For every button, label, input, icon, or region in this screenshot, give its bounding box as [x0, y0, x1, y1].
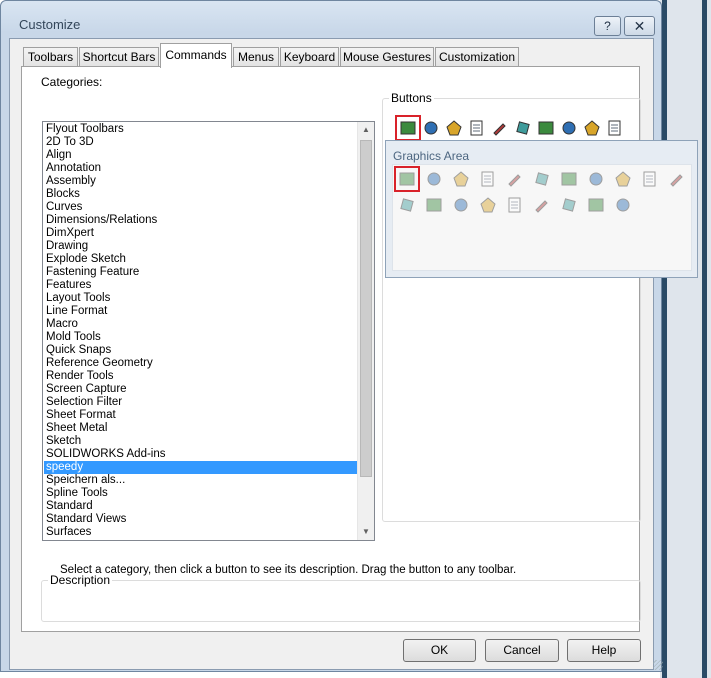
category-item[interactable]: Blocks — [44, 188, 358, 201]
pencil-note-icon[interactable] — [513, 118, 533, 138]
category-item[interactable]: speedy — [44, 461, 358, 474]
green-cube-icon[interactable] — [444, 118, 464, 138]
category-item[interactable]: Annotation — [44, 162, 358, 175]
save-icon[interactable] — [467, 118, 487, 138]
close-button[interactable]: ✕ — [624, 16, 655, 36]
background-border — [702, 0, 707, 678]
categories-scrollbar[interactable]: ▲ ▼ — [357, 122, 374, 540]
category-item[interactable]: Sheet Metal — [44, 422, 358, 435]
category-item[interactable]: Features — [44, 279, 358, 292]
document-gear-icon[interactable] — [451, 169, 471, 189]
cancel-button[interactable]: Cancel — [485, 639, 559, 662]
category-item[interactable]: Standard — [44, 500, 358, 513]
eye-icon[interactable] — [532, 169, 552, 189]
scroll-thumb[interactable] — [360, 140, 372, 477]
graphics-area-icon-grid — [392, 164, 692, 271]
help-button[interactable]: Help — [567, 639, 641, 662]
background-window-strip — [660, 0, 711, 678]
category-item[interactable]: Reference Geometry — [44, 357, 358, 370]
cube-view-icon[interactable] — [586, 195, 606, 215]
category-item[interactable]: Surfaces — [44, 526, 358, 539]
line-icon[interactable] — [505, 169, 525, 189]
tab-menus[interactable]: Menus — [233, 47, 279, 67]
category-item[interactable]: Standard Views — [44, 513, 358, 526]
scroll-up-icon[interactable]: ▲ — [358, 122, 374, 138]
paperclip-icon[interactable] — [586, 169, 606, 189]
category-item[interactable]: Sketch — [44, 435, 358, 448]
category-item[interactable]: Macro — [44, 318, 358, 331]
list-icon[interactable] — [640, 169, 660, 189]
copy-icon[interactable] — [451, 195, 471, 215]
category-item[interactable]: Spline Tools — [44, 487, 358, 500]
category-item[interactable]: Quick Snaps — [44, 344, 358, 357]
speedy-tool-icon[interactable] — [395, 115, 421, 141]
category-item[interactable]: Flyout Toolbars — [44, 123, 358, 136]
layer-list-icon[interactable] — [421, 118, 441, 138]
properties-window-icon[interactable] — [582, 118, 602, 138]
category-item[interactable]: Selection Filter — [44, 396, 358, 409]
category-item[interactable]: DimXpert — [44, 227, 358, 240]
category-item[interactable]: 2D To 3D — [44, 136, 358, 149]
split-sphere-icon[interactable] — [424, 195, 444, 215]
category-item[interactable]: Sheet Format — [44, 409, 358, 422]
category-item[interactable]: Dimensions/Relations — [44, 214, 358, 227]
categories-list[interactable]: Surfaces Standard Views Standard Spline Too… — [42, 121, 375, 541]
category-item[interactable]: Curves — [44, 201, 358, 214]
checklist-icon[interactable] — [490, 118, 510, 138]
description-group: Description — [41, 573, 641, 622]
resize-grip[interactable] — [653, 660, 663, 670]
category-item[interactable]: Render Tools — [44, 370, 358, 383]
axis-icon[interactable] — [559, 195, 579, 215]
category-item[interactable]: Line Format — [44, 305, 358, 318]
edit-document-icon[interactable] — [536, 118, 556, 138]
title-bar[interactable]: Customize ? ✕ — [1, 1, 661, 36]
small-cube-icon[interactable] — [613, 195, 633, 215]
cube-link-icon[interactable] — [667, 169, 687, 189]
category-item[interactable]: Assembly — [44, 175, 358, 188]
tab-commands[interactable]: Commands — [160, 43, 232, 68]
category-item[interactable]: Explode Sketch — [44, 253, 358, 266]
tab-shortcut-bars[interactable]: Shortcut Bars — [79, 47, 159, 67]
tab-mouse-gestures[interactable]: Mouse Gestures — [340, 47, 434, 67]
window-title: Customize — [19, 17, 81, 32]
instruction-text: Select a category, then click a button t… — [60, 564, 517, 576]
tab-toolbars[interactable]: Toolbars — [23, 47, 78, 67]
buttons-group-label: Buttons — [389, 91, 434, 105]
category-item[interactable]: SOLIDWORKS Add-ins — [44, 448, 358, 461]
scroll-down-icon[interactable]: ▼ — [358, 524, 374, 540]
clip-chain-icon[interactable] — [613, 169, 633, 189]
background-border — [662, 0, 667, 678]
category-item[interactable]: Screen Capture — [44, 383, 358, 396]
view-box-icon[interactable] — [532, 195, 552, 215]
description-label: Description — [48, 573, 113, 587]
open-folder-icon[interactable] — [394, 166, 420, 192]
category-item[interactable]: Drawing — [44, 240, 358, 253]
zoom-search-icon[interactable] — [605, 118, 625, 138]
hammer-icon[interactable] — [424, 169, 444, 189]
ok-button[interactable]: OK — [403, 639, 476, 662]
sort-icon[interactable] — [559, 169, 579, 189]
hierarchy-icon[interactable] — [559, 118, 579, 138]
categories-label: Categories: — [41, 75, 103, 89]
help-title-button[interactable]: ? — [594, 16, 621, 36]
category-item[interactable]: Layout Tools — [44, 292, 358, 305]
category-item[interactable]: Speichern als... — [44, 474, 358, 487]
tab-keyboard[interactable]: Keyboard — [280, 47, 339, 67]
customize-dialog: Customize ? ✕ Toolbars Shortcut Bars Com… — [0, 0, 663, 672]
hand-part-icon[interactable] — [478, 169, 498, 189]
category-item[interactable]: Align — [44, 149, 358, 162]
category-item[interactable]: Fastening Feature — [44, 266, 358, 279]
graphics-area-toolbar[interactable]: Graphics Area — [385, 140, 698, 278]
graphics-area-title: Graphics Area — [393, 149, 470, 163]
dialog-client-area: Toolbars Shortcut Bars Commands Menus Ke… — [9, 38, 663, 670]
magnifier-icon[interactable] — [505, 195, 525, 215]
corner-icon[interactable] — [478, 195, 498, 215]
sphere-icon[interactable] — [397, 195, 417, 215]
category-item[interactable]: Mold Tools — [44, 331, 358, 344]
tab-customization[interactable]: Customization — [435, 47, 519, 67]
